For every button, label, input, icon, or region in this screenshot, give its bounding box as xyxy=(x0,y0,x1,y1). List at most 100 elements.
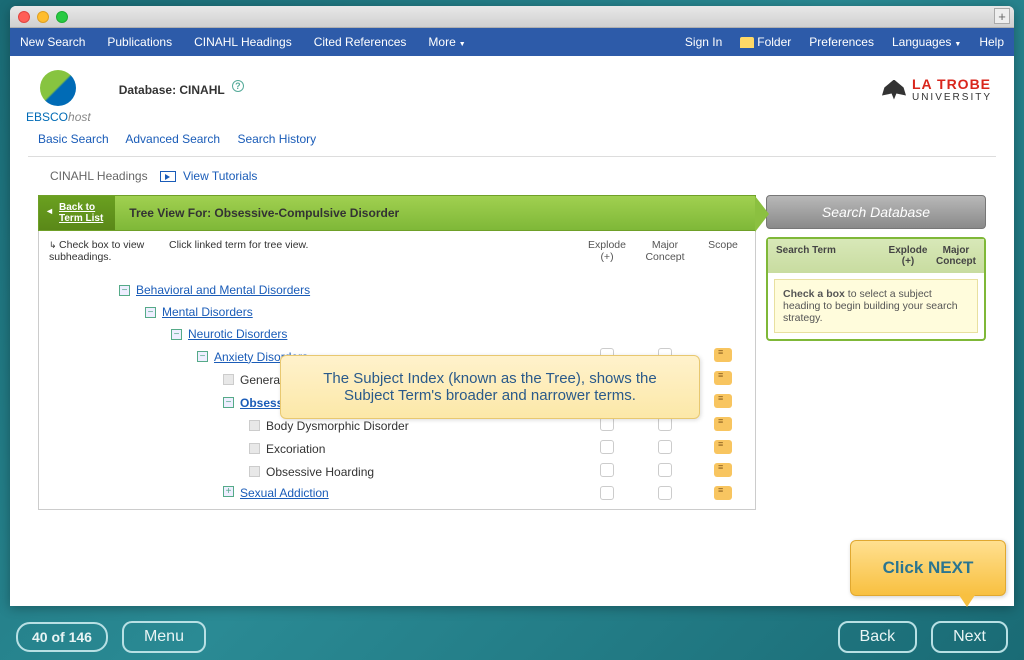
scope-note-icon[interactable] xyxy=(714,348,732,362)
tree-row: −Mental Disorders xyxy=(49,301,755,323)
maximize-icon[interactable] xyxy=(56,11,68,23)
search-links: Basic Search Advanced Search Search Hist… xyxy=(10,132,1014,156)
major-concept-checkbox[interactable] xyxy=(658,417,672,431)
explode-checkbox[interactable] xyxy=(600,440,614,454)
tree-term-label[interactable]: Sexual Addiction xyxy=(240,486,329,500)
search-database-button[interactable]: Search Database xyxy=(766,195,986,229)
link-advanced-search[interactable]: Advanced Search xyxy=(125,132,220,146)
next-button[interactable]: Next xyxy=(931,621,1008,653)
term-checkbox[interactable] xyxy=(249,443,260,454)
tree-row: Obsessive Hoarding xyxy=(49,460,755,483)
collapse-icon[interactable]: − xyxy=(119,285,130,296)
major-concept-checkbox[interactable] xyxy=(658,463,672,477)
row-columns xyxy=(585,486,755,503)
tree-view-title: Tree View For: Obsessive-Compulsive Diso… xyxy=(129,206,399,220)
term-checkbox[interactable] xyxy=(223,374,234,385)
nav-folder[interactable]: Folder xyxy=(740,35,791,49)
row-columns xyxy=(585,440,755,457)
traffic-lights xyxy=(18,11,68,23)
collapse-icon[interactable]: − xyxy=(145,307,156,318)
click-next-callout: Click NEXT xyxy=(850,540,1006,596)
instruction-link: Click linked term for tree view. xyxy=(169,239,585,263)
callout-tooltip: The Subject Index (known as the Tree), s… xyxy=(280,355,700,419)
database-label: Database: CINAHL ? xyxy=(119,80,244,97)
collapse-icon[interactable]: − xyxy=(223,397,234,408)
explode-checkbox[interactable] xyxy=(600,463,614,477)
tree-view-header: Back to Term List Tree View For: Obsessi… xyxy=(38,195,756,231)
nav-signin[interactable]: Sign In xyxy=(685,35,722,49)
scope-note-icon[interactable] xyxy=(714,463,732,477)
col-explode: Explode (+) xyxy=(585,239,629,263)
collapse-icon[interactable]: − xyxy=(171,329,182,340)
left-pane: Back to Term List Tree View For: Obsessi… xyxy=(38,195,756,510)
new-tab-button[interactable]: + xyxy=(994,8,1010,24)
top-nav: New Search Publications CINAHL Headings … xyxy=(10,28,1014,56)
bottom-bar: 40 of 146 Menu Back Next xyxy=(0,614,1024,660)
tree-term-label[interactable]: Neurotic Disorders xyxy=(188,327,287,341)
rh-explode: Explode (+) xyxy=(884,245,932,267)
nav-cinahl-headings[interactable]: CINAHL Headings xyxy=(194,35,292,49)
nav-preferences[interactable]: Preferences xyxy=(809,35,874,49)
rh-term: Search Term xyxy=(772,245,884,267)
nav-new-search[interactable]: New Search xyxy=(20,35,85,49)
header-area: EBSCOhost Database: CINAHL ? LA TROBE UN… xyxy=(10,56,1014,132)
eagle-icon xyxy=(882,80,906,100)
explode-checkbox[interactable] xyxy=(600,417,614,431)
nav-publications[interactable]: Publications xyxy=(107,35,172,49)
row-columns xyxy=(585,463,755,480)
browser-window: + New Search Publications CINAHL Heading… xyxy=(10,6,1014,606)
search-term-box: Search Term Explode (+) Major Concept Ch… xyxy=(766,237,986,341)
top-nav-right: Sign In Folder Preferences Languages▼ He… xyxy=(685,35,1004,49)
chevron-down-icon: ▼ xyxy=(954,41,961,48)
nav-help[interactable]: Help xyxy=(979,35,1004,49)
main-content: Back to Term List Tree View For: Obsessi… xyxy=(10,195,1014,510)
explode-checkbox[interactable] xyxy=(600,486,614,500)
sub-bar: CINAHL Headings View Tutorials xyxy=(10,157,1014,195)
ebsco-logo[interactable]: EBSCOhost xyxy=(26,70,91,124)
tree-row: −Behavioral and Mental Disorders xyxy=(49,279,755,301)
tree-term-label: Body Dysmorphic Disorder xyxy=(266,419,409,433)
collapse-icon[interactable]: − xyxy=(197,351,208,362)
scope-note-icon[interactable] xyxy=(714,371,732,385)
link-view-tutorials[interactable]: View Tutorials xyxy=(160,169,258,183)
col-scope: Scope xyxy=(701,239,745,263)
scope-note-icon[interactable] xyxy=(714,417,732,431)
help-icon[interactable]: ? xyxy=(232,80,244,92)
tree-row: + Sexual Addiction xyxy=(49,483,755,505)
link-basic-search[interactable]: Basic Search xyxy=(38,132,109,146)
folder-icon xyxy=(740,37,754,48)
nav-more[interactable]: More▼ xyxy=(428,35,465,49)
major-concept-checkbox[interactable] xyxy=(658,440,672,454)
close-icon[interactable] xyxy=(18,11,30,23)
col-major: Major Concept xyxy=(643,239,687,263)
minimize-icon[interactable] xyxy=(37,11,49,23)
tree-row: Excoriation xyxy=(49,437,755,460)
scope-note-icon[interactable] xyxy=(714,394,732,408)
menu-button[interactable]: Menu xyxy=(122,621,206,653)
term-checkbox[interactable] xyxy=(249,466,260,477)
latrobe-name: LA TROBE xyxy=(912,76,992,92)
back-to-term-list-button[interactable]: Back to Term List xyxy=(39,196,115,230)
term-checkbox[interactable] xyxy=(249,420,260,431)
ebsco-circle-icon xyxy=(40,70,76,106)
nav-cited-references[interactable]: Cited References xyxy=(314,35,407,49)
link-search-history[interactable]: Search History xyxy=(237,132,316,146)
major-concept-checkbox[interactable] xyxy=(658,486,672,500)
latrobe-sub: UNIVERSITY xyxy=(912,92,992,103)
chevron-down-icon: ▼ xyxy=(459,41,466,48)
instructions-row: ↳ Check box to view subheadings. Click l… xyxy=(38,231,756,271)
titlebar: + xyxy=(10,6,1014,28)
tree-term-label: Excoriation xyxy=(266,442,325,456)
scope-note-icon[interactable] xyxy=(714,486,732,500)
back-button[interactable]: Back xyxy=(838,621,918,653)
subbar-headings: CINAHL Headings xyxy=(50,169,148,183)
tree-term-label: Obsessive Hoarding xyxy=(266,465,374,479)
tree-row: −Neurotic Disorders xyxy=(49,323,755,345)
nav-languages[interactable]: Languages▼ xyxy=(892,35,961,49)
scope-note-icon[interactable] xyxy=(714,440,732,454)
ebsco-text: EBSCOhost xyxy=(26,110,91,124)
tree-term-label[interactable]: Behavioral and Mental Disorders xyxy=(136,283,310,297)
latrobe-logo: LA TROBE UNIVERSITY xyxy=(882,76,992,103)
tree-term-label[interactable]: Mental Disorders xyxy=(162,305,253,319)
expand-icon[interactable]: + xyxy=(223,486,234,497)
